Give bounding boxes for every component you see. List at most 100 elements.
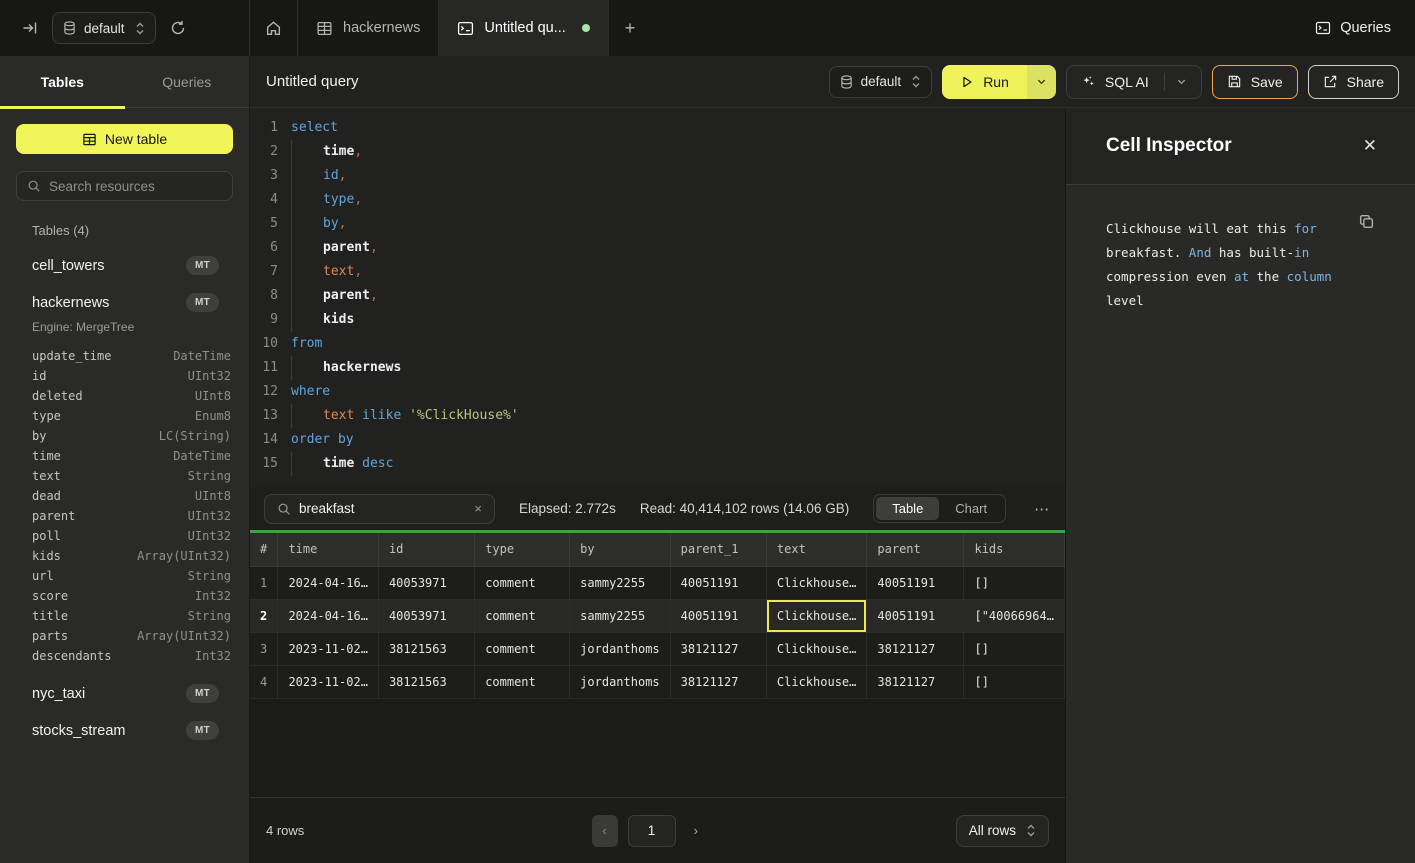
column-header-parent[interactable]: parent: [867, 533, 964, 566]
code-line-11[interactable]: 11hackernews: [250, 356, 1065, 380]
table-cell[interactable]: 38121127: [670, 632, 766, 665]
clear-search-icon[interactable]: ×: [474, 501, 482, 516]
table-cell[interactable]: 38121127: [867, 632, 964, 665]
refresh-icon[interactable]: [170, 20, 186, 36]
table-cell[interactable]: []: [964, 665, 1065, 698]
table-cell[interactable]: 40051191: [867, 566, 964, 599]
results-search[interactable]: ×: [264, 494, 495, 524]
sidebar-item-nyc-taxi[interactable]: nyc_taxi MT: [32, 684, 233, 703]
next-page-button[interactable]: ›: [693, 823, 697, 838]
table-cell[interactable]: []: [964, 566, 1065, 599]
sidebar-search-input[interactable]: [49, 179, 222, 194]
column-header-id[interactable]: id: [378, 533, 474, 566]
schema-row[interactable]: urlString: [32, 566, 231, 586]
run-options-caret[interactable]: [1027, 65, 1056, 99]
results-search-input[interactable]: [299, 501, 466, 516]
column-header-by[interactable]: by: [570, 533, 670, 566]
column-header-text[interactable]: text: [766, 533, 866, 566]
sql-ai-button[interactable]: SQL AI: [1066, 65, 1202, 99]
row-number-cell[interactable]: 2: [250, 599, 278, 632]
table-cell[interactable]: 38121563: [378, 632, 474, 665]
schema-row[interactable]: scoreInt32: [32, 586, 231, 606]
code-line-10[interactable]: 10from: [250, 332, 1065, 356]
schema-row[interactable]: descendantsInt32: [32, 646, 231, 666]
new-tab-button[interactable]: +: [609, 0, 652, 56]
query-database-selector[interactable]: default: [829, 66, 933, 98]
table-cell[interactable]: Clickhouse…: [766, 632, 866, 665]
table-cell[interactable]: Clickhouse…: [766, 566, 866, 599]
table-cell[interactable]: 2024-04-16…: [278, 599, 378, 632]
sidebar-item-hackernews[interactable]: hackernews MT: [32, 293, 233, 312]
column-header-time[interactable]: time: [278, 533, 378, 566]
table-cell[interactable]: 38121127: [670, 665, 766, 698]
table-row[interactable]: 32023-11-02…38121563commentjordanthoms38…: [250, 632, 1065, 665]
column-header-num[interactable]: #: [250, 533, 278, 566]
table-cell[interactable]: comment: [475, 665, 570, 698]
table-cell[interactable]: sammy2255: [570, 599, 670, 632]
column-header-parent_1[interactable]: parent_1: [670, 533, 766, 566]
code-line-9[interactable]: 9kids: [250, 308, 1065, 332]
close-icon[interactable]: ✕: [1363, 136, 1377, 156]
schema-row[interactable]: deadUInt8: [32, 486, 231, 506]
table-row[interactable]: 22024-04-16…40053971commentsammy2255 4005…: [250, 599, 1065, 632]
schema-row[interactable]: pollUInt32: [32, 526, 231, 546]
view-table-button[interactable]: Table: [876, 497, 939, 520]
copy-icon[interactable]: [1358, 213, 1375, 230]
code-line-6[interactable]: 6parent,: [250, 236, 1065, 260]
schema-row[interactable]: deletedUInt8: [32, 386, 231, 406]
table-cell[interactable]: 40053971: [378, 599, 474, 632]
schema-row[interactable]: kidsArray(UInt32): [32, 546, 231, 566]
column-header-kids[interactable]: kids: [964, 533, 1065, 566]
sidebar-tab-queries[interactable]: Queries: [125, 56, 250, 107]
table-cell[interactable]: 40051191: [867, 599, 964, 632]
row-number-cell[interactable]: 4: [250, 665, 278, 698]
table-row[interactable]: 42023-11-02…38121563commentjordanthoms38…: [250, 665, 1065, 698]
page-number-input[interactable]: [627, 815, 675, 847]
code-line-2[interactable]: 2time,: [250, 140, 1065, 164]
queries-button[interactable]: Queries: [1315, 20, 1391, 36]
save-button[interactable]: Save: [1212, 65, 1298, 99]
table-cell[interactable]: comment: [475, 566, 570, 599]
table-cell[interactable]: 2024-04-16…: [278, 566, 378, 599]
table-cell[interactable]: jordanthoms: [570, 665, 670, 698]
run-button[interactable]: Run: [942, 65, 1056, 99]
previous-page-button[interactable]: ‹: [591, 815, 617, 847]
page-size-selector[interactable]: All rows: [956, 815, 1049, 847]
sidebar-tab-tables[interactable]: Tables: [0, 56, 125, 107]
table-cell[interactable]: Clickhouse…: [766, 665, 866, 698]
column-header-type[interactable]: type: [475, 533, 570, 566]
table-cell[interactable]: comment: [475, 599, 570, 632]
schema-row[interactable]: typeEnum8: [32, 406, 231, 426]
more-options-icon[interactable]: ⋯: [1030, 500, 1054, 518]
schema-row[interactable]: idUInt32: [32, 366, 231, 386]
code-line-13[interactable]: 13text ilike '%ClickHouse%': [250, 404, 1065, 428]
topbar-database-selector[interactable]: default: [52, 12, 156, 44]
code-line-4[interactable]: 4type,: [250, 188, 1065, 212]
view-chart-button[interactable]: Chart: [939, 497, 1003, 520]
table-cell[interactable]: jordanthoms: [570, 632, 670, 665]
sidebar-item-stocks-stream[interactable]: stocks_stream MT: [32, 721, 233, 740]
table-cell[interactable]: []: [964, 632, 1065, 665]
table-cell[interactable]: comment: [475, 632, 570, 665]
table-cell[interactable]: 38121127: [867, 665, 964, 698]
schema-row[interactable]: parentUInt32: [32, 506, 231, 526]
schema-row[interactable]: partsArray(UInt32): [32, 626, 231, 646]
table-row[interactable]: 12024-04-16…40053971commentsammy22554005…: [250, 566, 1065, 599]
table-cell[interactable]: ["40066964…: [964, 599, 1065, 632]
code-line-14[interactable]: 14order by: [250, 428, 1065, 452]
sidebar-item-cell-towers[interactable]: cell_towers MT: [32, 256, 233, 275]
new-table-button[interactable]: New table: [16, 124, 233, 154]
tab-untitled-query[interactable]: Untitled qu...: [439, 0, 608, 56]
code-line-12[interactable]: 12where: [250, 380, 1065, 404]
row-number-cell[interactable]: 3: [250, 632, 278, 665]
tab-home[interactable]: [250, 0, 298, 56]
schema-row[interactable]: timeDateTime: [32, 446, 231, 466]
code-line-1[interactable]: 1select: [250, 116, 1065, 140]
schema-row[interactable]: update_timeDateTime: [32, 346, 231, 366]
code-line-3[interactable]: 3id,: [250, 164, 1065, 188]
table-cell[interactable]: Clickhouse…: [766, 599, 866, 632]
table-cell[interactable]: 40051191: [670, 566, 766, 599]
sidebar-search[interactable]: [16, 171, 233, 201]
table-cell[interactable]: 40053971: [378, 566, 474, 599]
collapse-sidebar-icon[interactable]: [22, 20, 38, 36]
